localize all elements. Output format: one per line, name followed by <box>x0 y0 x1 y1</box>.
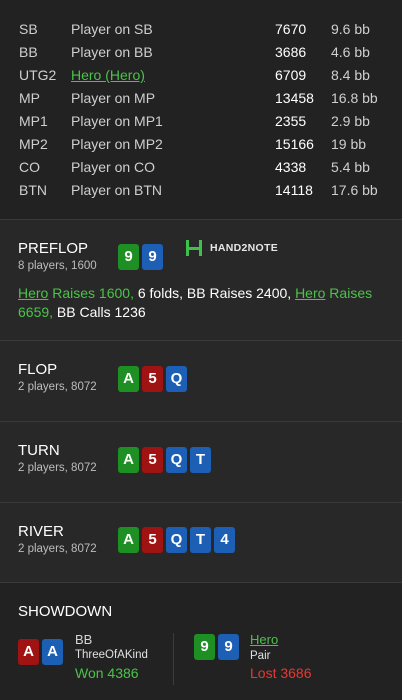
player-stack: 3686 <box>275 44 307 60</box>
player-stack-bb: 19 bb <box>331 136 367 152</box>
playing-card: 5 <box>142 366 163 392</box>
hero-player-link[interactable]: Hero (Hero) <box>71 64 145 87</box>
player-name: Player on MP2 <box>71 136 163 152</box>
preflop-actions: Hero Raises 1600, 6 folds, BB Raises 240… <box>18 284 378 322</box>
preflop-section: PREFLOP 8 players, 1600 99 HAND2NOTE Her… <box>0 219 402 340</box>
player-position: BB <box>19 44 38 60</box>
playing-card: A <box>18 639 39 665</box>
hero-showdown-cards: 99 <box>194 634 239 660</box>
players-table: SB Player on SB 7670 9.6 bb BB Player on BB 36… <box>0 0 402 219</box>
playing-card: T <box>190 447 211 473</box>
bb-player-name: BB <box>75 632 93 647</box>
playing-card: 9 <box>194 634 215 660</box>
hand2note-logo: HAND2NOTE <box>184 238 278 258</box>
playing-card: Q <box>166 447 187 473</box>
player-row: BTN Player on BTN 14118 17.6 bb <box>0 179 402 202</box>
player-stack-bb: 9.6 bb <box>331 21 370 37</box>
turn-title: TURN <box>18 442 60 459</box>
player-stack-bb: 8.4 bb <box>331 67 370 83</box>
player-name: Player on SB <box>71 21 153 37</box>
player-position: BTN <box>19 182 47 198</box>
player-position: UTG2 <box>19 67 57 83</box>
turn-section: TURN 2 players, 8072 A5QT <box>0 421 402 502</box>
hero-hole-cards: 99 <box>118 244 163 270</box>
player-row: UTG2 Hero (Hero) 6709 8.4 bb <box>0 64 402 87</box>
player-stack: 14118 <box>275 182 313 198</box>
playing-card: 9 <box>142 244 163 270</box>
playing-card: A <box>42 639 63 665</box>
hero-hand-rank: Pair <box>250 650 271 662</box>
action-text: Calls 1236 <box>79 304 146 320</box>
bb-result: Won 4386 <box>75 665 139 681</box>
player-row: SB Player on SB 7670 9.6 bb <box>0 18 402 41</box>
hero-action-link[interactable]: Hero <box>18 285 48 301</box>
playing-card: Q <box>166 527 187 553</box>
river-title: RIVER <box>18 523 64 540</box>
player-position: SB <box>19 21 38 37</box>
player-stack: 6709 <box>275 67 307 83</box>
player-stack-bb: 4.6 bb <box>331 44 370 60</box>
player-row: BB Player on BB 3686 4.6 bb <box>0 41 402 64</box>
playing-card: 4 <box>214 527 235 553</box>
player-stack: 4338 <box>275 159 307 175</box>
showdown-title: SHOWDOWN <box>18 603 113 620</box>
preflop-title: PREFLOP <box>18 240 89 257</box>
turn-board-cards: A5QT <box>118 447 211 473</box>
player-stack: 15166 <box>275 136 314 152</box>
playing-card: 9 <box>218 634 239 660</box>
playing-card: Q <box>166 366 187 392</box>
bb-hand-rank: ThreeOfAKind <box>75 649 148 661</box>
player-stack-bb: 16.8 bb <box>331 90 378 106</box>
player-position: CO <box>19 159 40 175</box>
player-stack: 2355 <box>275 113 307 129</box>
player-name: Player on MP1 <box>71 113 163 129</box>
flop-title: FLOP <box>18 361 58 378</box>
showdown-section: SHOWDOWN AA BB ThreeOfAKind Won 4386 99 … <box>0 582 402 700</box>
player-name: Player on CO <box>71 159 156 175</box>
hand2note-logo-icon <box>184 238 204 258</box>
playing-card: 5 <box>142 527 163 553</box>
action-text: Raises 1600, <box>48 285 134 301</box>
hero-player-link[interactable]: Hero <box>250 632 278 647</box>
player-row: MP Player on MP 13458 16.8 bb <box>0 87 402 110</box>
player-stack: 13458 <box>275 90 314 106</box>
river-section: RIVER 2 players, 8072 A5QT4 <box>0 502 402 582</box>
playing-card: T <box>190 527 211 553</box>
bb-hole-cards: AA <box>18 639 63 665</box>
river-subtitle: 2 players, 8072 <box>18 543 97 555</box>
hero-result: Lost 3686 <box>250 665 312 681</box>
river-board-cards: A5QT4 <box>118 527 235 553</box>
player-stack-bb: 5.4 bb <box>331 159 370 175</box>
action-text: Raises 2400, <box>209 285 292 301</box>
playing-card: A <box>118 447 139 473</box>
action-text: BB <box>53 304 80 320</box>
player-row: MP1 Player on MP1 2355 2.9 bb <box>0 110 402 133</box>
flop-board-cards: A5Q <box>118 366 187 392</box>
player-name: Player on MP <box>71 90 156 106</box>
player-stack-bb: 2.9 bb <box>331 113 370 129</box>
player-row: MP2 Player on MP2 15166 19 bb <box>0 133 402 156</box>
hand2note-logo-text: HAND2NOTE <box>210 242 279 254</box>
hero-action-link[interactable]: Hero <box>295 285 325 301</box>
player-name: Player on BTN <box>71 182 163 198</box>
player-position: MP <box>19 90 40 106</box>
player-position: MP1 <box>19 113 48 129</box>
playing-card: A <box>118 527 139 553</box>
playing-card: 9 <box>118 244 139 270</box>
flop-section: FLOP 2 players, 8072 A5Q <box>0 340 402 421</box>
showdown-divider <box>173 633 174 685</box>
player-position: MP2 <box>19 136 48 152</box>
playing-card: A <box>118 366 139 392</box>
turn-subtitle: 2 players, 8072 <box>18 462 97 474</box>
player-stack: 7670 <box>275 21 307 37</box>
flop-subtitle: 2 players, 8072 <box>18 381 97 393</box>
player-row: CO Player on CO 4338 5.4 bb <box>0 156 402 179</box>
player-name: Player on BB <box>71 44 153 60</box>
preflop-subtitle: 8 players, 1600 <box>18 260 97 272</box>
player-stack-bb: 17.6 bb <box>331 182 378 198</box>
playing-card: 5 <box>142 447 163 473</box>
action-text: 6 folds, BB <box>133 285 210 301</box>
